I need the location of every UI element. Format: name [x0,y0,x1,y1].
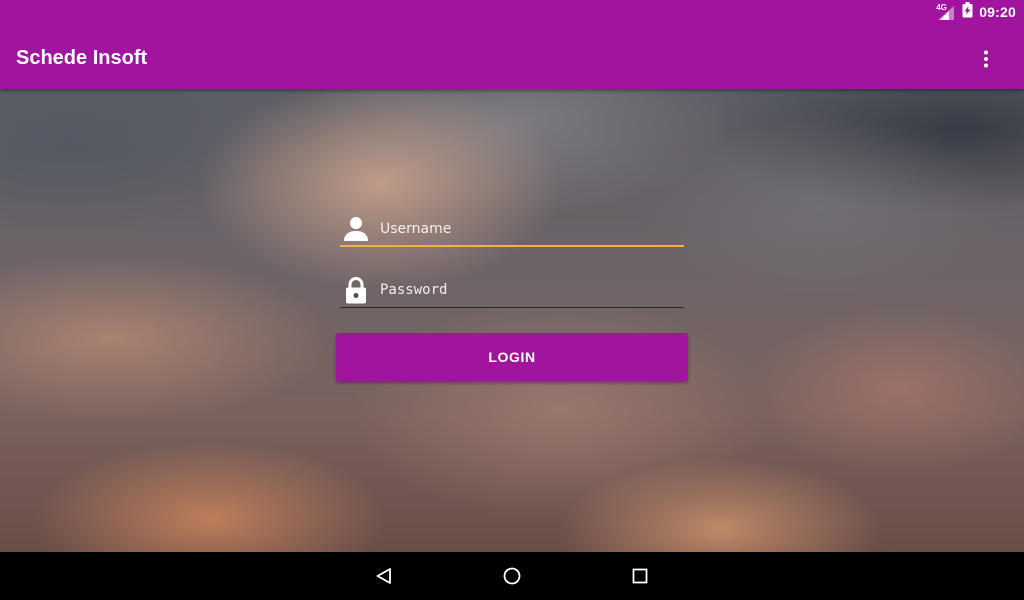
more-vert-icon [984,50,988,68]
recents-button[interactable] [628,564,652,588]
recents-icon [632,568,648,584]
person-icon [344,217,368,241]
navigation-bar [0,552,1024,600]
back-button[interactable] [372,564,396,588]
battery-charging-icon [962,2,973,22]
password-field-container [340,274,684,308]
username-underline [340,245,684,247]
signal-icon: 4G [936,3,956,20]
overflow-menu-button[interactable] [972,45,1000,73]
home-icon [503,567,521,585]
device-screen: 4G 09:20 Schede Insoft Username LOGIN [0,0,1024,600]
app-bar: Schede Insoft [0,24,1024,89]
password-underline [340,307,684,308]
username-field-container [340,213,684,247]
back-icon [376,568,391,584]
cloud-background: LOGIN [0,89,1024,552]
app-title: Schede Insoft [16,47,148,69]
status-bar: 4G 09:20 [0,0,1024,24]
home-button[interactable] [500,564,524,588]
login-button[interactable]: LOGIN [336,333,688,381]
username-input[interactable] [380,217,680,241]
password-input[interactable] [380,278,680,302]
lock-icon [346,276,366,304]
status-icons: 4G 09:20 [936,0,1016,24]
status-time: 09:20 [979,4,1016,20]
